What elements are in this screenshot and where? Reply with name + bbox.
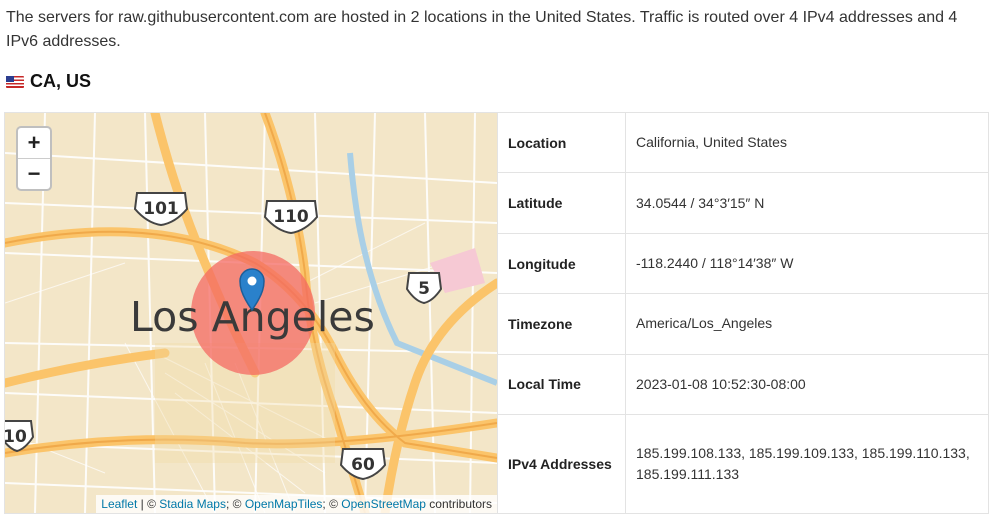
row-label: IPv4 Addresses xyxy=(498,415,626,514)
shield-label: 5 xyxy=(418,279,430,299)
attribution-suffix: contributors xyxy=(425,497,492,511)
details-table: Location California, United States Latit… xyxy=(498,113,988,514)
shield-label: 101 xyxy=(143,199,179,219)
row-value: California, United States xyxy=(636,134,787,151)
row-label: Local Time xyxy=(498,354,626,415)
attribution-separator: ; © xyxy=(225,497,245,511)
row-label: Latitude xyxy=(498,173,626,233)
table-row: Latitude 34.0544 / 34°3′15″ N xyxy=(498,173,988,234)
shield-label: 60 xyxy=(351,455,375,475)
table-row: Longitude -118.2440 / 118°14′38″ W xyxy=(498,233,988,295)
openmaptiles-link[interactable]: OpenMapTiles xyxy=(245,497,323,511)
table-row: Local Time 2023-01-08 10:52:30-08:00 xyxy=(498,354,988,416)
table-row: Location California, United States xyxy=(498,113,988,174)
intro-text: The servers for raw.githubusercontent.co… xyxy=(6,9,958,50)
row-value: 185.199.108.133, 185.199.109.133, 185.19… xyxy=(636,445,970,483)
row-value: -118.2440 / 118°14′38″ W xyxy=(636,255,794,272)
location-panel: 101 110 5 10 60 Los Angeles + − Leaflet … xyxy=(4,112,989,514)
table-row: IPv4 Addresses 185.199.108.133, 185.199.… xyxy=(498,415,988,514)
row-value: 34.0544 / 34°3′15″ N xyxy=(636,194,765,211)
map-attribution: Leaflet | © Stadia Maps; © OpenMapTiles;… xyxy=(96,495,497,513)
shield-label: 10 xyxy=(5,427,27,447)
row-label: Location xyxy=(498,113,626,173)
row-label: Longitude xyxy=(498,233,626,294)
attribution-separator: | © xyxy=(137,497,160,511)
row-label: Timezone xyxy=(498,294,626,354)
openstreetmap-link[interactable]: OpenStreetMap xyxy=(341,497,426,511)
location-heading: CA, US xyxy=(6,71,91,92)
attribution-separator: ; © xyxy=(322,497,342,511)
zoom-out-button[interactable]: − xyxy=(18,159,50,189)
location-heading-label: CA, US xyxy=(30,71,92,91)
zoom-in-button[interactable]: + xyxy=(18,128,50,159)
map[interactable]: 101 110 5 10 60 Los Angeles + − Leaflet … xyxy=(5,113,498,513)
row-value: America/Los_Angeles xyxy=(636,315,773,332)
shield-label: 110 xyxy=(273,207,309,227)
row-value: 2023-01-08 10:52:30-08:00 xyxy=(636,375,806,392)
stadia-maps-link[interactable]: Stadia Maps xyxy=(159,497,226,511)
table-row: Timezone America/Los_Angeles xyxy=(498,294,988,355)
leaflet-link[interactable]: Leaflet xyxy=(101,497,137,511)
us-flag-icon xyxy=(6,75,24,88)
zoom-control: + − xyxy=(16,126,52,191)
